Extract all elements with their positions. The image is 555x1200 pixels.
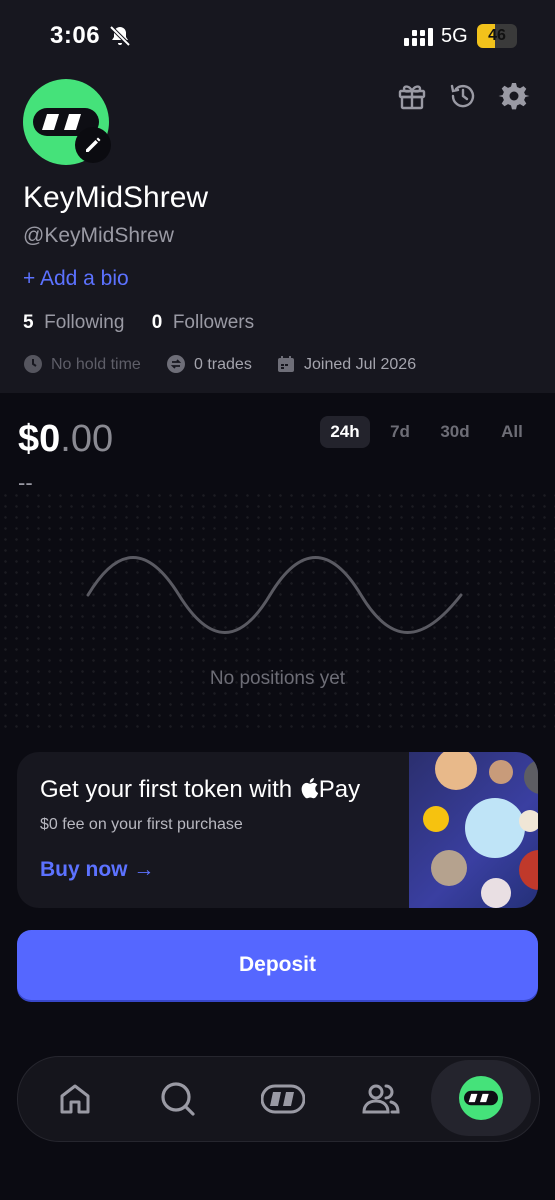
nav-home[interactable] [35, 1057, 115, 1141]
trades-text: 0 trades [194, 356, 252, 373]
token-small-avatar [519, 810, 538, 832]
app-logo-icon [464, 1090, 498, 1106]
apple-icon [301, 778, 318, 799]
gift-icon[interactable] [396, 80, 428, 112]
nav-profile[interactable] [431, 1060, 531, 1136]
token-cat-avatar [489, 760, 513, 784]
network-type: 5G [441, 25, 468, 47]
portfolio-chart [0, 490, 555, 730]
profile-header: 3:06 5G 46 KeyMidShrew @KeyMidShrew + Ad… [0, 0, 555, 393]
tab-24h[interactable]: 24h [320, 416, 370, 448]
bottom-nav [17, 1056, 540, 1142]
nav-community[interactable] [341, 1057, 421, 1141]
hold-time-text: No hold time [51, 356, 141, 373]
empty-state-message: No positions yet [209, 668, 346, 689]
balance-whole: $0 [18, 418, 61, 460]
token-collage [409, 752, 538, 908]
follow-stats: 5 Following 0 Followers [23, 312, 254, 334]
deposit-button[interactable]: Deposit [17, 930, 538, 1000]
gear-icon[interactable] [498, 80, 530, 112]
token-monkey-avatar [524, 760, 538, 794]
pencil-icon [86, 137, 101, 152]
tab-30d[interactable]: 30d [432, 416, 478, 448]
tokens-icon [261, 1084, 305, 1114]
buy-now-link[interactable]: Buy now → [40, 858, 154, 882]
home-icon [60, 1084, 90, 1114]
clock-icon [24, 355, 42, 373]
placeholder-wave [86, 556, 463, 634]
balance-cents: .00 [60, 418, 114, 460]
mute-bell-icon [109, 25, 131, 47]
status-time: 3:06 [50, 22, 101, 49]
promo-title: Get your first token with Pay [40, 776, 360, 804]
token-coin-avatar [423, 806, 449, 832]
following-link[interactable]: 5 Following [23, 312, 124, 333]
add-bio-link[interactable]: + Add a bio [23, 267, 129, 291]
tab-7d[interactable]: 7d [382, 416, 418, 448]
followers-count: 0 [151, 312, 163, 333]
history-icon[interactable] [447, 80, 479, 112]
nav-search[interactable] [138, 1057, 218, 1141]
following-label: Following [44, 312, 125, 333]
token-dog-avatar [435, 752, 477, 790]
profile-icon [459, 1076, 503, 1120]
community-icon [362, 1084, 400, 1114]
username-handle: @KeyMidShrew [23, 224, 174, 247]
edit-avatar-button[interactable] [75, 127, 111, 163]
swap-icon [167, 355, 185, 373]
token-flag-dog-avatar [519, 850, 538, 890]
token-kitty-avatar [481, 878, 511, 908]
token-penguin-avatar [465, 798, 525, 858]
pay-label: Pay [318, 776, 361, 803]
signal-icon [404, 28, 433, 46]
promo-title-text: Get your first token with [40, 776, 299, 803]
apple-pay-promo-card[interactable]: Get your first token with Pay $0 fee on … [17, 752, 538, 908]
followers-link[interactable]: 0 Followers [152, 312, 254, 333]
token-frog-avatar [431, 850, 467, 886]
portfolio-balance: $0.00 [18, 418, 113, 461]
calendar-icon [278, 356, 294, 372]
display-name: KeyMidShrew [23, 181, 209, 214]
battery-indicator: 46 [477, 24, 517, 48]
search-icon [161, 1082, 195, 1116]
battery-level: 46 [488, 27, 506, 44]
followers-label: Followers [172, 312, 255, 333]
promo-subtitle: $0 fee on your first purchase [40, 816, 243, 833]
tab-all[interactable]: All [494, 416, 530, 448]
nav-tokens[interactable] [241, 1057, 321, 1141]
joined-text: Joined Jul 2026 [304, 356, 417, 373]
following-count: 5 [23, 312, 34, 333]
status-bar: 3:06 5G 46 [0, 0, 555, 72]
